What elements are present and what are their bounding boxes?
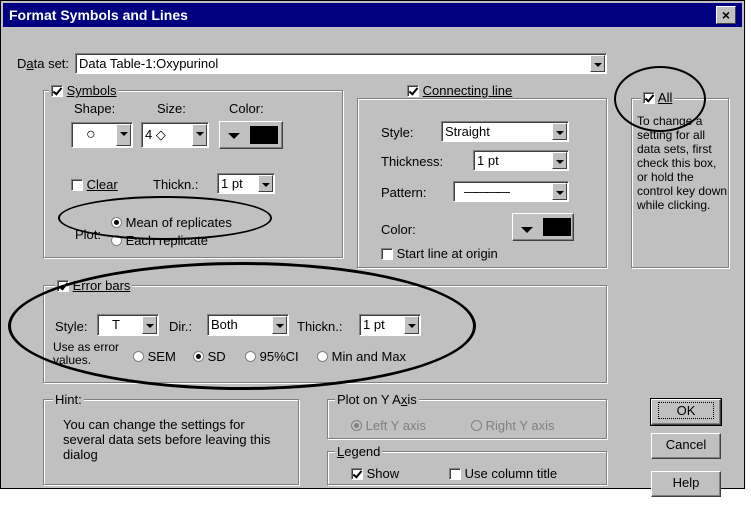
right-y-radio[interactable] (471, 420, 482, 431)
connecting-line-checkbox[interactable] (407, 85, 419, 97)
color-label: Color: (229, 101, 264, 116)
size-value: 4 ◇ (145, 127, 166, 142)
cancel-button[interactable]: Cancel (651, 433, 721, 459)
chevron-down-icon[interactable] (116, 124, 131, 146)
line-pattern-select[interactable]: ———— (453, 181, 569, 202)
annotation-ellipse-error-bars (8, 262, 476, 390)
dialog-title: Format Symbols and Lines (9, 7, 188, 23)
dataset-label: Data set: (17, 56, 70, 71)
chevron-down-icon[interactable] (552, 123, 567, 140)
close-button[interactable]: × (716, 6, 736, 24)
symbols-title: Symbols (66, 83, 117, 98)
caret-down-icon (521, 227, 533, 233)
symbols-thickn-select[interactable]: 1 pt (217, 173, 275, 194)
caret-down-icon (228, 133, 240, 139)
line-pattern-label: Pattern: (381, 185, 427, 200)
left-y-radio[interactable] (351, 420, 362, 431)
size-label: Size: (157, 101, 186, 116)
line-pattern-value: ———— (464, 184, 510, 199)
help-button[interactable]: Help (651, 471, 721, 497)
line-style-label: Style: (381, 125, 414, 140)
use-column-checkbox[interactable] (449, 468, 461, 480)
chevron-down-icon[interactable] (552, 152, 567, 169)
connecting-line-legend[interactable]: Connecting line (405, 83, 515, 98)
chevron-down-icon[interactable] (552, 183, 567, 200)
show-option[interactable]: Show (351, 466, 399, 481)
start-origin-checkbox[interactable] (381, 248, 393, 260)
use-column-option[interactable]: Use column title (449, 466, 557, 481)
line-thickness-value: 1 pt (477, 153, 499, 168)
hint-text: You can change the settings for several … (63, 417, 271, 462)
ok-button[interactable]: OK (650, 398, 722, 426)
size-select[interactable]: 4 ◇ (141, 122, 209, 148)
dataset-value: Data Table-1:Oxypurinol (79, 56, 219, 71)
line-thickness-select[interactable]: 1 pt (473, 150, 569, 171)
clear-checkbox[interactable] (71, 179, 83, 191)
line-style-value: Straight (445, 124, 490, 139)
right-y-axis-option[interactable]: Right Y axis (471, 418, 555, 433)
symbols-legend[interactable]: Symbols (49, 83, 119, 98)
clear-checkbox-row[interactable]: Clear (71, 177, 118, 192)
annotation-ellipse-all (614, 66, 706, 132)
line-thickness-label: Thickness: (381, 154, 444, 169)
show-label: Show (366, 466, 400, 481)
line-style-select[interactable]: Straight (441, 121, 569, 142)
title-bar: Format Symbols and Lines × (3, 3, 742, 27)
chevron-down-icon[interactable] (590, 55, 605, 72)
use-column-label: Use column title (464, 466, 558, 481)
connecting-line-title: Connecting line (422, 83, 513, 98)
symbols-thickn-label: Thickn.: (153, 177, 199, 192)
ok-label: OK (657, 402, 715, 419)
symbols-checkbox[interactable] (51, 85, 63, 97)
shape-label: Shape: (74, 101, 116, 116)
left-y-label: Left Y axis (365, 418, 426, 433)
clear-label: Clear (86, 177, 118, 192)
shape-value: ○ (86, 126, 96, 143)
show-checkbox[interactable] (351, 468, 363, 480)
chevron-down-icon[interactable] (258, 175, 273, 192)
line-color-label: Color: (381, 222, 416, 237)
start-origin-row[interactable]: Start line at origin (381, 246, 498, 261)
plot-y-axis-title: Plot on Y Axis (335, 392, 419, 407)
start-origin-label: Start line at origin (396, 246, 498, 261)
right-y-label: Right Y axis (485, 418, 555, 433)
dataset-select[interactable]: Data Table-1:Oxypurinol (75, 53, 607, 74)
legend-title: Legend (335, 444, 383, 459)
hint-title: Hint: (53, 392, 84, 407)
chevron-down-icon[interactable] (192, 124, 207, 146)
left-y-axis-option[interactable]: Left Y axis (351, 418, 426, 433)
symbol-color-button[interactable] (219, 121, 283, 149)
shape-select[interactable]: ○ (71, 122, 133, 148)
color-swatch (543, 218, 571, 236)
line-color-button[interactable] (512, 213, 574, 241)
symbols-thickn-value: 1 pt (221, 176, 243, 191)
annotation-ellipse-plot (58, 196, 272, 240)
color-swatch (250, 126, 278, 144)
